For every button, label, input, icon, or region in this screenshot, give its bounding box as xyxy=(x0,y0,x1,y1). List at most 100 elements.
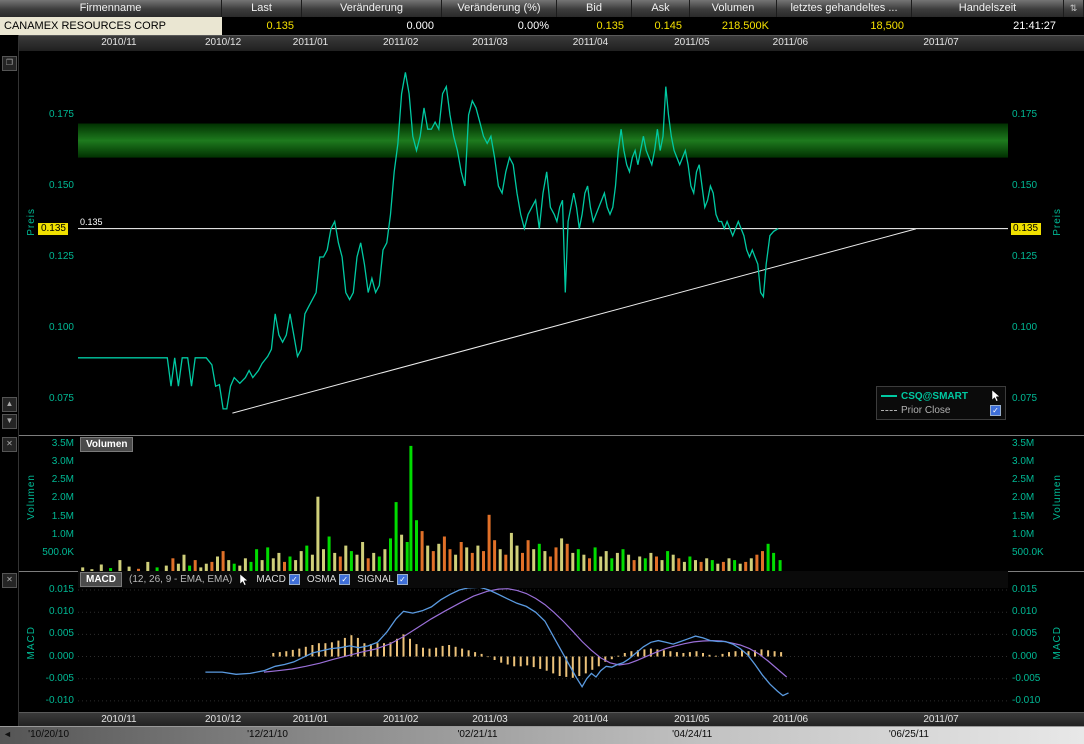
macd-axis-tick-left: 0.010 xyxy=(20,606,74,618)
scroll-down-icon[interactable]: ▼ xyxy=(2,414,17,429)
time-tick-label: 2011/01 xyxy=(293,714,328,725)
scrollbar-left-arrow-icon[interactable]: ◄ xyxy=(3,729,12,739)
price-legend[interactable]: CSQ@SMART Prior Close ✓ xyxy=(876,386,1006,420)
scrollbar-date-label: '12/21/10 xyxy=(247,729,288,740)
macd-panel-header: MACD (12, 26, 9 - EMA, EMA) MACD ✓ OSMA … xyxy=(78,571,1008,588)
volume-axis-title-left: Volumen xyxy=(26,474,37,520)
osma-toggle[interactable]: OSMA ✓ xyxy=(307,574,350,585)
scrollbar-date-label: '02/21/11 xyxy=(457,729,497,740)
col-header-volumen[interactable]: Volumen xyxy=(690,0,777,17)
signal-checkbox[interactable]: ✓ xyxy=(397,574,408,585)
time-tick-label: 2011/02 xyxy=(383,714,418,725)
prior-close-chip-right: 0.135 xyxy=(1011,223,1041,235)
price-axis-tick-right: 0.075 xyxy=(1012,393,1060,405)
cursor-icon[interactable] xyxy=(991,390,1001,402)
value-row-spacer xyxy=(1064,17,1084,35)
last-size-value: 18,500 xyxy=(777,17,912,35)
price-axis-tick-right: 0.125 xyxy=(1012,251,1060,263)
close-macd-panel-icon[interactable]: ✕ xyxy=(2,573,17,588)
price-axis-title-right: Preis xyxy=(1052,208,1063,236)
legend-series-label: CSQ@SMART xyxy=(901,391,987,402)
price-axis-tick-left: 0.175 xyxy=(20,109,74,121)
price-axis-tick-left: 0.075 xyxy=(20,393,74,405)
time-tick-label: 2010/12 xyxy=(205,37,241,48)
macd-axis-tick-left: -0.005 xyxy=(20,673,74,685)
macd-axis-tick-right: 0.015 xyxy=(1012,584,1060,596)
time-tick-label: 2010/11 xyxy=(101,714,136,725)
volume-axis-title-right: Volumen xyxy=(1052,474,1063,520)
quote-value-row: CANAMEX RESOURCES CORP 0.135 0.000 0.00%… xyxy=(0,17,1084,36)
bottom-time-axis[interactable]: 2010/11 2010/12 2011/01 2011/02 2011/03 2011/… xyxy=(0,712,1084,727)
trade-time-value: 21:41:27 xyxy=(912,17,1064,35)
price-axis-tick-left: 0.100 xyxy=(20,322,74,334)
time-tick-label: 2011/04 xyxy=(573,37,608,48)
scroll-up-icon[interactable]: ▲ xyxy=(2,397,17,412)
prior-close-line-sample xyxy=(881,410,897,411)
prior-close-chip-left: 0.135 xyxy=(38,223,68,235)
time-tick-label: 2011/07 xyxy=(923,714,958,725)
top-time-axis[interactable]: 2010/11 2010/12 2011/01 2011/02 2011/03 2011/… xyxy=(0,35,1084,51)
price-axis-title-left: Preis xyxy=(26,208,37,236)
osma-toggle-label: OSMA xyxy=(307,574,336,585)
macd-axis-tick-right: -0.010 xyxy=(1012,695,1060,707)
close-volume-panel-icon[interactable]: ✕ xyxy=(2,437,17,452)
prior-close-checkbox[interactable]: ✓ xyxy=(990,405,1001,416)
volume-axis-tick-left: 1.0M xyxy=(20,529,74,541)
time-tick-label: 2011/05 xyxy=(674,37,709,48)
scrollbar-date-label: '04/24/11 xyxy=(672,729,712,740)
change-value: 0.000 xyxy=(302,17,442,35)
time-tick-label: 2011/07 xyxy=(923,37,958,48)
col-header-bid[interactable]: Bid xyxy=(557,0,632,17)
bid-value: 0.135 xyxy=(557,17,632,35)
time-tick-label: 2011/02 xyxy=(383,37,418,48)
macd-toggle[interactable]: MACD ✓ xyxy=(256,574,299,585)
volume-value: 218.500K xyxy=(690,17,777,35)
col-header-handelszeit[interactable]: Handelszeit xyxy=(912,0,1064,17)
col-header-ask[interactable]: Ask xyxy=(632,0,690,17)
time-tick-label: 2011/05 xyxy=(674,714,709,725)
header-scroll-icon[interactable]: ⇅ xyxy=(1064,0,1084,17)
time-tick-label: 2011/03 xyxy=(472,37,507,48)
time-tick-label: 2011/01 xyxy=(293,37,328,48)
price-axis-tick-right: 0.150 xyxy=(1012,180,1060,192)
price-axis-tick-right: 0.100 xyxy=(1012,322,1060,334)
time-tick-label: 2011/06 xyxy=(773,714,808,725)
col-header-veraenderung[interactable]: Veränderung xyxy=(302,0,442,17)
macd-toggle-label: MACD xyxy=(256,574,285,585)
signal-toggle[interactable]: SIGNAL ✓ xyxy=(357,574,408,585)
time-tick-label: 2010/11 xyxy=(101,37,136,48)
signal-toggle-label: SIGNAL xyxy=(357,574,394,585)
volume-axis-tick-right: 3.5M xyxy=(1012,438,1060,450)
restore-chart-icon[interactable]: ❐ xyxy=(2,56,17,71)
col-header-letztes-gehandeltes[interactable]: letztes gehandeltes ... xyxy=(777,0,912,17)
change-pct-value: 0.00% xyxy=(442,17,557,35)
macd-chart-plot[interactable] xyxy=(78,588,1008,712)
scrollbar-date-label: '10/20/10 xyxy=(28,729,69,740)
col-header-veraenderung-pct[interactable]: Veränderung (%) xyxy=(442,0,557,17)
volume-axis-tick-left: 3.5M xyxy=(20,438,74,450)
ask-value: 0.145 xyxy=(632,17,690,35)
macd-checkbox[interactable]: ✓ xyxy=(289,574,300,585)
legend-item-series[interactable]: CSQ@SMART xyxy=(881,389,1001,403)
osma-checkbox[interactable]: ✓ xyxy=(339,574,350,585)
price-axis-tick-left: 0.125 xyxy=(20,251,74,263)
macd-axis-title-left: MACD xyxy=(26,626,37,659)
price-chart-plot[interactable] xyxy=(78,50,1008,435)
volume-chart-plot[interactable] xyxy=(78,435,1008,571)
time-scrollbar[interactable]: ◄ '10/20/10 '12/21/10 '02/21/11 '04/24/11 '0… xyxy=(0,726,1084,744)
macd-axis-tick-right: -0.005 xyxy=(1012,673,1060,685)
trading-chart-window: Firmenname Last Veränderung Veränderung … xyxy=(0,0,1084,744)
volume-axis-tick-right: 500.0K xyxy=(1012,547,1060,559)
time-tick-label: 2011/03 xyxy=(472,714,507,725)
macd-axis-title-right: MACD xyxy=(1052,626,1063,659)
company-name-cell[interactable]: CANAMEX RESOURCES CORP xyxy=(0,17,222,35)
quote-header-row: Firmenname Last Veränderung Veränderung … xyxy=(0,0,1084,17)
legend-item-prior-close[interactable]: Prior Close ✓ xyxy=(881,403,1001,417)
col-header-firmenname[interactable]: Firmenname xyxy=(0,0,222,17)
cursor-icon[interactable] xyxy=(239,574,249,586)
price-axis-tick-left: 0.150 xyxy=(20,180,74,192)
last-value: 0.135 xyxy=(222,17,302,35)
scrollbar-date-label: '06/25/11 xyxy=(889,729,929,740)
time-tick-label: 2010/12 xyxy=(205,714,241,725)
col-header-last[interactable]: Last xyxy=(222,0,302,17)
